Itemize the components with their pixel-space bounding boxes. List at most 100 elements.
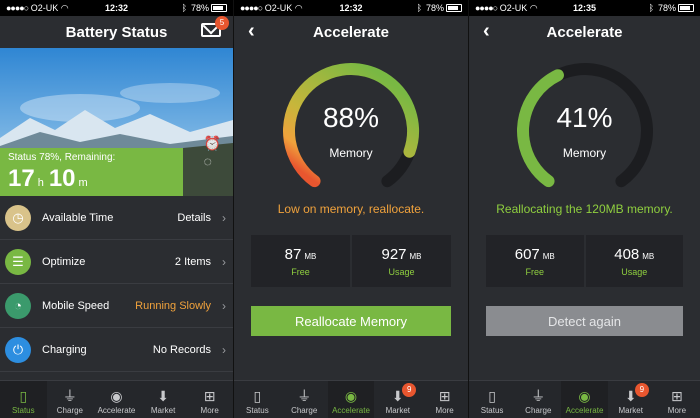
grid-icon: ⊞ [203, 388, 216, 404]
landscape-banner: ⏰ ◌ Status 78%, Remaining: 17 h 10 m [0, 48, 233, 196]
tab-more[interactable]: ⊞ More [654, 381, 700, 418]
plug-icon: ⏚ [531, 388, 546, 404]
tab-accelerate[interactable]: ◉ Accelerate [327, 381, 375, 418]
free-label: Free [525, 266, 544, 277]
tab-charge[interactable]: ⏚ Charge [281, 381, 328, 418]
nav-bar: ‹ Accelerate [234, 16, 468, 48]
list-item-label: Mobile Speed [42, 299, 110, 312]
list-item-value: No Records [152, 343, 211, 356]
free-value: 87 [284, 245, 302, 263]
tab-charge[interactable]: ⏚ Charge [47, 381, 94, 418]
tab-label: Accelerate [97, 406, 136, 415]
download-icon: ⬇ [157, 388, 169, 404]
battery-remaining-panel: Status 78%, Remaining: 17 h 10 m [0, 148, 183, 196]
tab-label: Charge [291, 406, 318, 415]
tab-bar: ▯ Status ⏚ Charge ◉ Accelerate ⬇ Market 9 ⊞ Mo… [234, 380, 468, 418]
free-memory-stat: 87 MB Free [251, 235, 350, 287]
page-title: Accelerate [313, 24, 389, 41]
tab-bar: ▯ Status ⏚ Charge ◉ Accelerate ⬇ Market 9 ⊞ Mo… [469, 380, 700, 418]
bluetooth-icon: ᛒ [181, 3, 187, 13]
list-item-value: 2 Items [174, 255, 211, 268]
tab-bar: ▯ Status ⏚ Charge ◉ Accelerate ⬇ Market ⊞ Mor… [0, 380, 233, 418]
memory-message: Reallocating the 120MB memory. [496, 202, 673, 216]
memory-percent: 41% [556, 102, 613, 133]
tab-market[interactable]: ⬇ Market 9 [608, 381, 654, 418]
plug-icon: ⏚ [62, 388, 77, 404]
clock-icon: ◷ [5, 204, 31, 231]
list-item-label: Charging [42, 343, 87, 356]
chevron-right-icon: › [222, 342, 226, 357]
nav-bar: Battery Status 5 [0, 16, 233, 48]
tab-status[interactable]: ▯ Status [234, 381, 281, 418]
plug-icon: ⏻ [5, 336, 31, 363]
hours-unit: h [37, 177, 44, 189]
chevron-right-icon: › [222, 210, 226, 225]
gauge-label: Memory [329, 146, 373, 160]
tab-label: Charge [56, 406, 84, 415]
list-item-available-time[interactable]: ◷ Available Time Details › [0, 196, 233, 240]
usage-memory-stat: 408 MB Usage [585, 235, 683, 287]
remaining-hours: 17 [8, 165, 35, 192]
memory-gauge: 88% Memory [276, 56, 426, 206]
remaining-minutes: 10 [48, 165, 76, 192]
list-item-mobile-speed[interactable]: ◔ Mobile Speed Running Slowly › [0, 284, 233, 328]
ring-icon[interactable]: ◌ [204, 152, 221, 170]
tab-label: Status [11, 406, 35, 415]
reallocate-memory-button[interactable]: Reallocate Memory [251, 306, 451, 336]
tab-accelerate[interactable]: ◉ Accelerate [561, 381, 608, 418]
tab-market[interactable]: ⬇ Market 9 [374, 381, 421, 418]
usage-unit: MB [409, 251, 422, 261]
status-bar: ●●●●○ O2-UK ◠ 12:35 ᛒ 78% [469, 0, 700, 16]
tab-more[interactable]: ⊞ More [186, 381, 233, 418]
tab-more[interactable]: ⊞ More [421, 381, 468, 418]
tab-market[interactable]: ⬇ Market [140, 381, 187, 418]
usage-label: Usage [388, 266, 415, 277]
battery-icon [678, 4, 694, 12]
free-unit: MB [304, 251, 317, 261]
usage-value: 927 [381, 245, 407, 263]
battery-icon [211, 4, 227, 12]
status-list: ◷ Available Time Details › ☰ Optimize 2 … [0, 196, 233, 372]
tab-label: More [435, 406, 454, 415]
page-title: Accelerate [546, 24, 623, 41]
memory-message: Low on memory, reallocate. [277, 202, 425, 216]
tab-label: More [200, 406, 219, 415]
market-badge: 9 [402, 383, 417, 397]
tab-accelerate[interactable]: ◉ Accelerate [93, 381, 140, 418]
chevron-right-icon: › [222, 298, 226, 313]
list-item-value: Running Slowly [135, 299, 211, 312]
plug-icon: ⏚ [297, 388, 312, 404]
tab-label: Status [246, 406, 269, 415]
tab-label: Accelerate [332, 406, 370, 415]
minutes-unit: m [78, 177, 88, 189]
tab-charge[interactable]: ⏚ Charge [515, 381, 561, 418]
bluetooth-icon: ᛒ [648, 3, 654, 13]
grid-icon: ⊞ [438, 388, 451, 404]
gauge-label: Memory [562, 146, 607, 160]
tab-label: More [667, 406, 687, 415]
rocket-icon: ◉ [110, 388, 123, 404]
accelerate-screen-low: ●●●●○ O2-UK ◠ 12:32 ᛒ 78% ‹ Accelerate 88… [234, 0, 468, 418]
status-line: Status 78%, Remaining: [8, 152, 116, 163]
tab-status[interactable]: ▯ Status [469, 381, 515, 418]
alarm-icon[interactable]: ⏰ [204, 134, 221, 152]
accelerate-screen-done: ●●●●○ O2-UK ◠ 12:35 ᛒ 78% ‹ Accelerate 41… [469, 0, 700, 418]
tab-label: Charge [525, 406, 552, 415]
tab-status[interactable]: ▯ Status [0, 381, 47, 418]
page-title: Battery Status [65, 24, 168, 41]
status-bar: ●●●●○ O2-UK ◠ 12:32 ᛒ 78% [0, 0, 233, 16]
memory-stats: 607 MB Free 408 MB Usage [486, 235, 683, 287]
battery-status-screen: ●●●●○ O2-UK ◠ 12:32 ᛒ 78% Battery Status … [0, 0, 233, 418]
battery-percent: 78% [190, 3, 209, 13]
usage-value: 408 [614, 245, 640, 263]
list-item-charging[interactable]: ⏻ Charging No Records › [0, 328, 233, 372]
bluetooth-icon: ᛒ [416, 3, 422, 13]
rocket-icon: ◉ [578, 388, 591, 404]
detect-again-button[interactable]: Detect again [486, 306, 683, 336]
free-label: Free [291, 266, 310, 277]
free-memory-stat: 607 MB Free [486, 235, 584, 287]
battery-icon [446, 4, 462, 12]
grid-icon: ⊞ [671, 388, 683, 404]
list-item-optimize[interactable]: ☰ Optimize 2 Items › [0, 240, 233, 284]
mail-icon[interactable]: 5 [201, 16, 229, 37]
